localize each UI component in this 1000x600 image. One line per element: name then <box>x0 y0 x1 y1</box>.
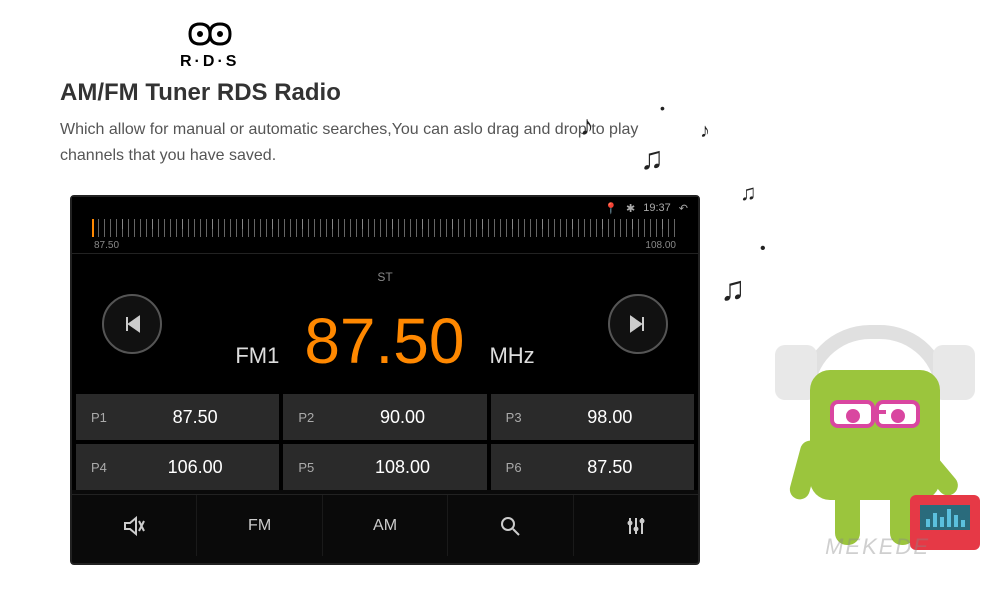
band-label: FM1 <box>235 343 279 369</box>
prev-station-button[interactable] <box>102 294 162 354</box>
frequency-display: ST FM1 87.50 MHz <box>72 254 698 394</box>
preset-p4[interactable]: P4 106.00 <box>76 444 279 490</box>
bluetooth-icon: ✱ <box>626 202 635 215</box>
location-icon: 📍 <box>604 202 618 215</box>
status-bar: 📍 ✱ 19:37 ↶ <box>72 197 698 219</box>
preset-p2[interactable]: P2 90.00 <box>283 394 486 440</box>
page-title: AM/FM Tuner RDS Radio <box>60 79 940 107</box>
equalizer-button[interactable] <box>574 495 698 556</box>
robot-mascot <box>760 290 980 570</box>
scale-max: 108.00 <box>645 240 676 251</box>
stereo-label: ST <box>377 270 392 284</box>
frequency-value: 87.50 <box>304 304 464 378</box>
radio-tuner-app: 📍 ✱ 19:37 ↶ 87.50 108.00 ST FM1 87.50 MH… <box>70 195 700 565</box>
bottom-toolbar: FM AM <box>72 494 698 556</box>
description-text: Which allow for manual or automatic sear… <box>60 117 640 168</box>
frequency-indicator[interactable] <box>92 219 94 237</box>
preset-p1[interactable]: P1 87.50 <box>76 394 279 440</box>
next-station-button[interactable] <box>608 294 668 354</box>
rds-text: R·D·S <box>180 53 940 71</box>
fm-button[interactable]: FM <box>197 495 322 556</box>
back-icon[interactable]: ↶ <box>679 202 688 215</box>
unit-label: MHz <box>489 343 534 369</box>
search-button[interactable] <box>448 495 573 556</box>
preset-p3[interactable]: P3 98.00 <box>491 394 694 440</box>
preset-grid: P1 87.50 P2 90.00 P3 98.00 P4 106.00 P5 … <box>72 394 698 490</box>
frequency-scale[interactable]: 87.50 108.00 <box>72 219 698 254</box>
watermark: MEKEDE <box>825 534 930 560</box>
mute-button[interactable] <box>72 495 197 556</box>
clock-time: 19:37 <box>643 202 671 214</box>
rds-logo: R·D·S <box>180 20 940 71</box>
preset-p6[interactable]: P6 87.50 <box>491 444 694 490</box>
preset-p5[interactable]: P5 108.00 <box>283 444 486 490</box>
scale-min: 87.50 <box>94 240 119 251</box>
am-button[interactable]: AM <box>323 495 448 556</box>
